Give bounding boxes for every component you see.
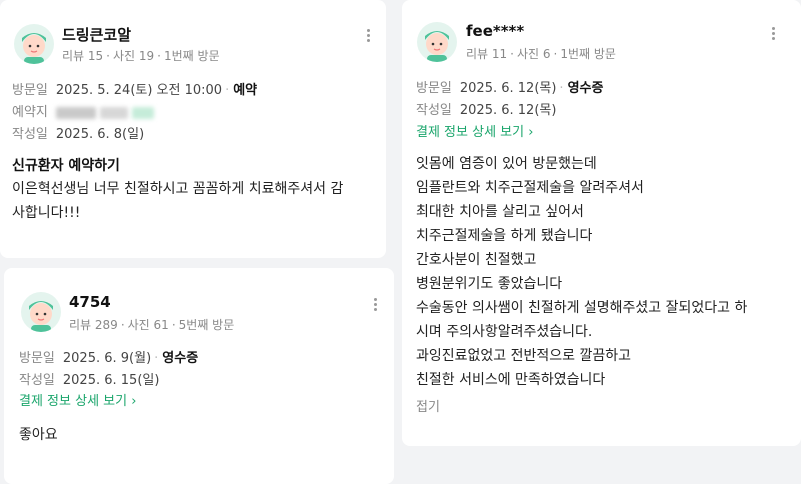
blurred-reservation-value-2 — [100, 106, 129, 119]
more-vertical-icon[interactable] — [370, 296, 380, 314]
visit-count: 1번째 방문 — [164, 49, 220, 63]
written-date-value: 2025. 6. 12(목) — [459, 103, 557, 118]
reviewer-nickname[interactable]: 4754 — [69, 293, 111, 311]
review-body[interactable]: 좋아요 — [19, 423, 58, 447]
reviewer-stats: 리뷰 289 · 사진 61 · 5번째 방문 — [69, 318, 235, 332]
visit-date-label: 방문일 — [19, 351, 55, 366]
visit-date-value: 2025. 6. 9(월) — [62, 351, 152, 366]
review-count: 리뷰 15 — [62, 49, 104, 63]
review-line: 이은혁선생님 너무 친절하시고 꼼꼼하게 치료해주셔서 감 — [12, 181, 344, 197]
review-line: 최대한 치아를 살리고 싶어서 — [416, 204, 584, 220]
visit-date-value: 2025. 6. 12(목) — [459, 81, 557, 96]
written-date-label: 작성일 — [416, 103, 452, 118]
visit-date-row: 방문일 2025. 6. 12(목) · 영수증 — [416, 81, 604, 96]
visit-count: 5번째 방문 — [178, 318, 235, 332]
reservation-label: 예약지 — [12, 105, 48, 120]
review-line: 친절한 서비스에 만족하였습니다 — [416, 372, 606, 388]
review-count: 리뷰 11 — [466, 47, 508, 61]
written-date-value: 2025. 6. 15(일) — [62, 373, 160, 388]
collapse-button[interactable]: 접기 — [416, 396, 440, 415]
more-vertical-icon[interactable] — [363, 27, 373, 45]
review-line: 치주근절제술을 하게 됐습니다 — [416, 228, 593, 244]
reviewer-stats: 리뷰 11 · 사진 6 · 1번째 방문 — [466, 47, 616, 61]
user-avatar-icon[interactable] — [21, 292, 61, 332]
visit-date-label: 방문일 — [12, 83, 48, 98]
verification-badge: 예약 — [233, 83, 258, 98]
chevron-right-icon: › — [528, 125, 534, 140]
reviewer-nickname[interactable]: 드링큰코알 — [62, 24, 131, 45]
payment-detail-link[interactable]: 결제 정보 상세 보기 › — [416, 121, 533, 140]
visit-date-row: 방문일 2025. 5. 24(토) 오전 10:00 · 예약 — [12, 83, 258, 98]
review-line: 수술동안 의사쌤이 친절하게 설명해주셨고 잘되었다고 하 — [416, 300, 748, 316]
review-card-3: fee**** 리뷰 11 · 사진 6 · 1번째 방문 방문일 2025. 6. 12… — [402, 0, 801, 446]
written-date-row: 작성일 2025. 6. 12(목) — [416, 99, 556, 118]
photo-count: 사진 19 — [113, 49, 155, 63]
review-line: 잇몸에 염증이 있어 방문했는데 — [416, 156, 597, 172]
review-count: 리뷰 289 — [69, 318, 118, 332]
reviewer-stats: 리뷰 15 · 사진 19 · 1번째 방문 — [62, 49, 220, 63]
visit-date-row: 방문일 2025. 6. 9(월) · 영수증 — [19, 351, 199, 366]
review-line: 시며 주의사항알려주셨습니다. — [416, 324, 593, 340]
review-body[interactable]: 이은혁선생님 너무 친절하시고 꼼꼼하게 치료해주셔서 감 사합니다!!! — [12, 177, 343, 225]
reviewer-nickname[interactable]: fee**** — [466, 22, 524, 40]
photo-count: 사진 61 — [127, 318, 169, 332]
verification-badge: 영수증 — [162, 351, 199, 366]
review-line: 임플란트와 치주근절제술을 알려주셔서 — [416, 180, 644, 196]
review-line: 간호사분이 친절했고 — [416, 252, 537, 268]
blurred-reservation-value-3 — [132, 106, 155, 119]
written-date-value: 2025. 6. 8(일) — [55, 127, 145, 142]
review-body[interactable]: 잇몸에 염증이 있어 방문했는데 임플란트와 치주근절제술을 알려주셔서 최대한… — [416, 152, 747, 392]
more-vertical-icon[interactable] — [768, 25, 778, 43]
review-line: 좋아요 — [19, 427, 58, 443]
payment-detail-label: 결제 정보 상세 보기 — [19, 394, 128, 409]
user-avatar-icon[interactable] — [14, 24, 54, 64]
review-card-2: 4754 리뷰 289 · 사진 61 · 5번째 방문 방문일 2025. 6. 9(월… — [4, 268, 394, 484]
visit-count: 1번째 방문 — [560, 47, 616, 61]
reservation-row: 예약지 — [12, 101, 155, 120]
payment-detail-label: 결제 정보 상세 보기 — [416, 125, 525, 140]
review-title: 신규환자 예약하기 — [12, 158, 120, 174]
written-date-row: 작성일 2025. 6. 8(일) — [12, 123, 144, 142]
written-date-label: 작성일 — [19, 373, 55, 388]
written-date-row: 작성일 2025. 6. 15(일) — [19, 369, 159, 388]
written-date-label: 작성일 — [12, 127, 48, 142]
review-line: 사합니다!!! — [12, 205, 81, 221]
verification-badge: 영수증 — [567, 81, 604, 96]
visit-date-value: 2025. 5. 24(토) 오전 10:00 — [55, 83, 223, 98]
payment-detail-link[interactable]: 결제 정보 상세 보기 › — [19, 390, 136, 409]
review-line: 과잉진료없었고 전반적으로 깔끔하고 — [416, 348, 631, 364]
chevron-right-icon: › — [131, 394, 137, 409]
user-avatar-icon[interactable] — [417, 22, 457, 62]
review-line: 병원분위기도 좋았습니다 — [416, 276, 563, 292]
review-card-1: 드링큰코알 리뷰 15 · 사진 19 · 1번째 방문 방문일 2025. 5. 24(… — [0, 0, 386, 258]
visit-date-label: 방문일 — [416, 81, 452, 96]
photo-count: 사진 6 — [517, 47, 551, 61]
blurred-reservation-value — [55, 106, 96, 119]
